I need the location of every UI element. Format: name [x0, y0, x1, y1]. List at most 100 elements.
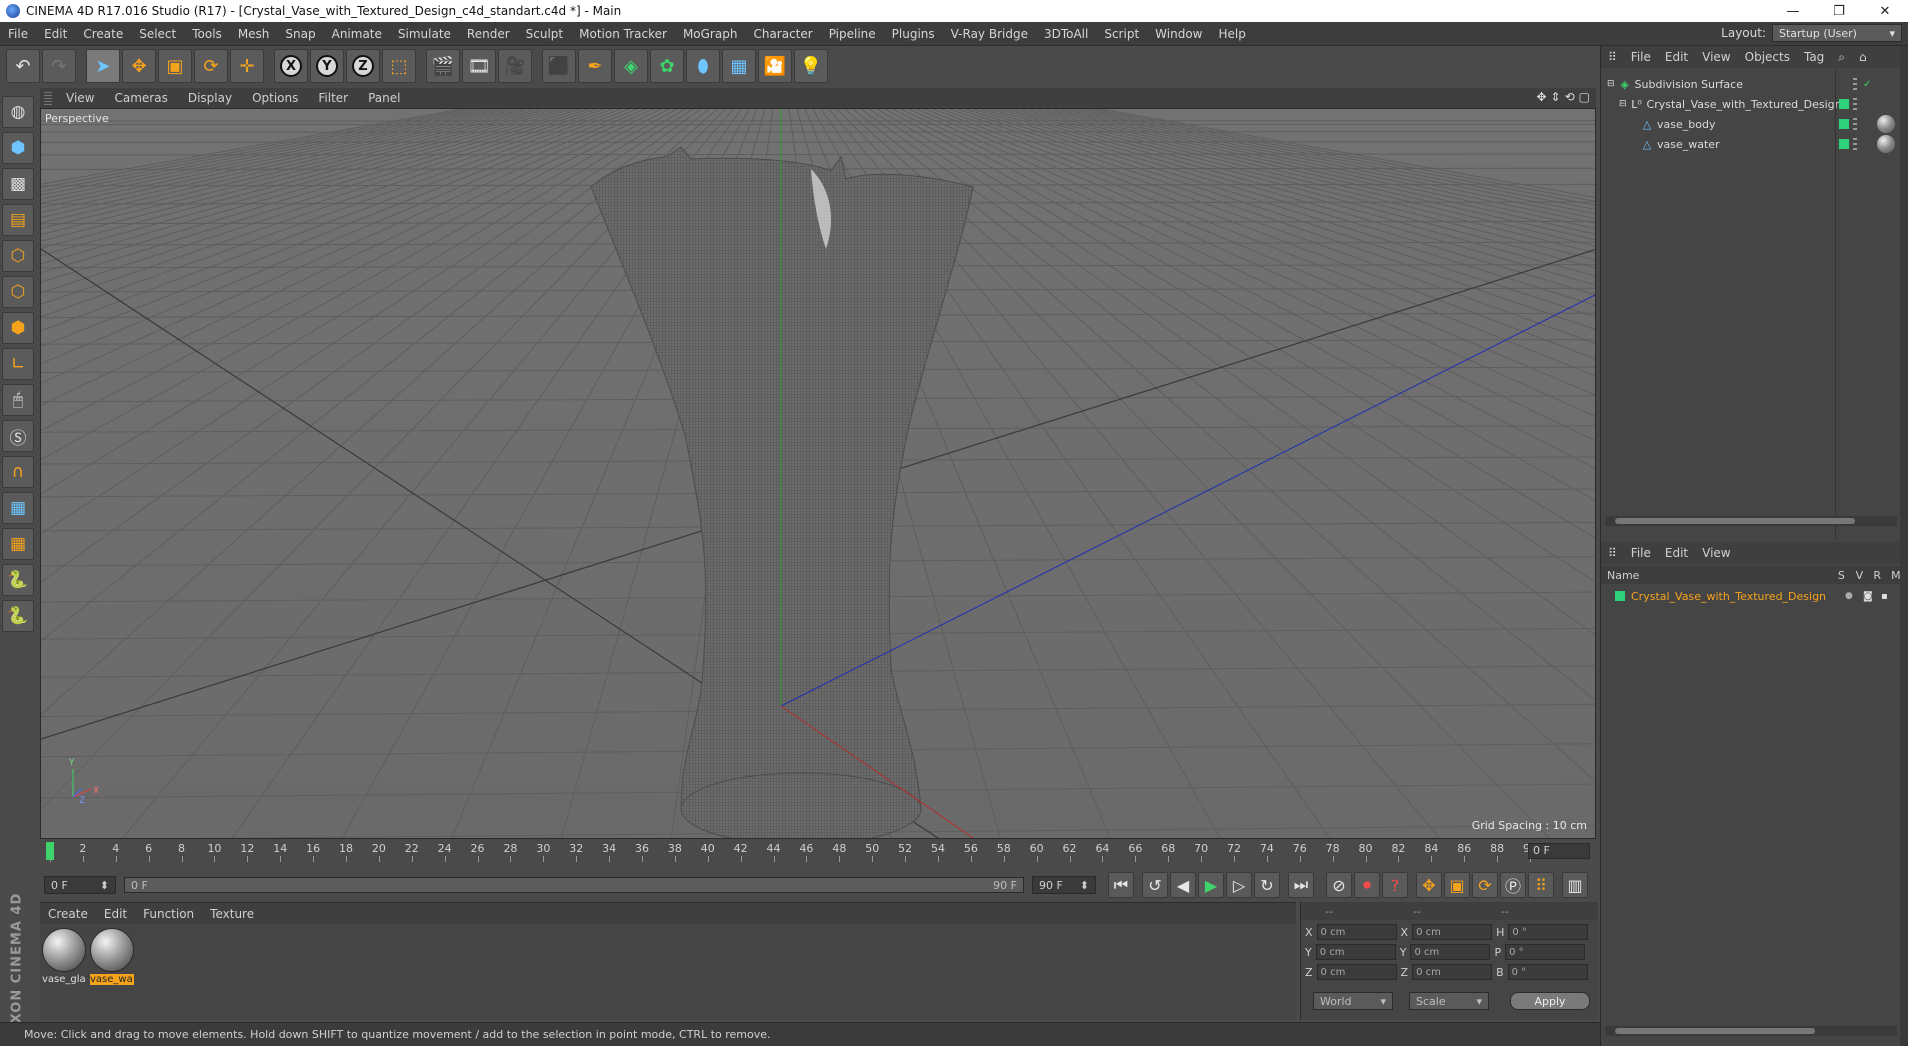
- x-axis-lock-button[interactable]: X: [274, 49, 308, 83]
- menu-motion-tracker[interactable]: Motion Tracker: [571, 27, 675, 41]
- viewport-menu-view[interactable]: View: [56, 91, 104, 105]
- record-button[interactable]: ⏺: [1354, 872, 1380, 898]
- side-tab-strip[interactable]: [1900, 46, 1908, 1046]
- solo-button[interactable]: ▦: [2, 528, 34, 560]
- collapse-toggle-icon[interactable]: ⊟: [1619, 99, 1627, 109]
- coordinate-system-button[interactable]: ⬚: [382, 49, 416, 83]
- camera-button[interactable]: 🎦: [758, 49, 792, 83]
- object-row[interactable]: ⊟ ◈ Subdivision Surface ✓: [1601, 74, 1901, 94]
- enabled-check-icon[interactable]: ✓: [1863, 79, 1871, 90]
- python-console-button[interactable]: 🐍: [2, 600, 34, 632]
- solo-dot-icon[interactable]: ●: [1845, 591, 1853, 601]
- menu-vray-bridge[interactable]: V-Ray Bridge: [943, 27, 1036, 41]
- minimize-button[interactable]: —: [1770, 0, 1816, 22]
- render-view-button[interactable]: 🎬: [426, 49, 460, 83]
- material-menu-create[interactable]: Create: [40, 907, 96, 921]
- points-mode-button[interactable]: ⬡: [2, 240, 34, 272]
- mograph-cloner-button[interactable]: ✿: [650, 49, 684, 83]
- menu-help[interactable]: Help: [1210, 27, 1253, 41]
- make-editable-button[interactable]: ◍: [2, 96, 34, 128]
- key-parameter-button[interactable]: Ⓟ: [1500, 872, 1526, 898]
- visibility-dots-icon[interactable]: [1853, 118, 1857, 130]
- timeline-ruler[interactable]: 0246810121416182022242628303234363840424…: [40, 840, 1596, 864]
- object-menu-file[interactable]: File: [1624, 50, 1658, 64]
- axis-mode-button[interactable]: ∟: [2, 348, 34, 380]
- undo-button[interactable]: ↶: [6, 49, 40, 83]
- material-swatch[interactable]: vase_gla: [42, 928, 86, 985]
- key-pla-button[interactable]: ⠿: [1528, 872, 1554, 898]
- object-manager-scrollbar[interactable]: [1605, 516, 1897, 526]
- visibility-dots-icon[interactable]: [1853, 98, 1857, 110]
- rotate-tool-button[interactable]: ⟳: [194, 49, 228, 83]
- edges-mode-button[interactable]: ⬡: [2, 276, 34, 308]
- model-mode-button[interactable]: ⬢: [2, 132, 34, 164]
- size-x-input[interactable]: 0 cm: [1412, 924, 1493, 940]
- search-icon[interactable]: ⌕: [1831, 50, 1852, 65]
- menu-mograph[interactable]: MoGraph: [675, 27, 746, 41]
- cube-object-button[interactable]: ⬛: [542, 49, 576, 83]
- size-y-input[interactable]: 0 cm: [1410, 944, 1491, 960]
- menu-select[interactable]: Select: [131, 27, 184, 41]
- visible-eye-icon[interactable]: ◙: [1863, 591, 1873, 602]
- maximize-view-icon[interactable]: ▢: [1579, 90, 1590, 104]
- object-menu-objects[interactable]: Objects: [1738, 50, 1797, 64]
- menu-render[interactable]: Render: [459, 27, 518, 41]
- viewport-menu-display[interactable]: Display: [178, 91, 242, 105]
- object-row[interactable]: △ vase_body: [1601, 114, 1901, 134]
- pos-x-input[interactable]: 0 cm: [1316, 924, 1397, 940]
- object-row[interactable]: ⊟ L⁰ Crystal_Vase_with_Textured_Design: [1601, 94, 1901, 114]
- viewport-menu-filter[interactable]: Filter: [308, 91, 358, 105]
- layer-menu-edit[interactable]: Edit: [1658, 546, 1695, 560]
- texture-mode-button[interactable]: ▩: [2, 168, 34, 200]
- render-picture-viewer-button[interactable]: 🎞: [462, 49, 496, 83]
- size-z-input[interactable]: 0 cm: [1412, 964, 1493, 980]
- tweak-mode-button[interactable]: 🖱: [2, 384, 34, 416]
- deformer-button[interactable]: ⬮: [686, 49, 720, 83]
- apply-button[interactable]: Apply: [1510, 992, 1590, 1010]
- object-menu-view[interactable]: View: [1695, 50, 1737, 64]
- menu-character[interactable]: Character: [745, 27, 820, 41]
- material-tag-icon[interactable]: [1877, 115, 1895, 133]
- object-row[interactable]: △ vase_water: [1601, 134, 1901, 154]
- timeline-window-button[interactable]: ▥: [1562, 872, 1588, 898]
- menu-plugins[interactable]: Plugins: [884, 27, 943, 41]
- select-tool-button[interactable]: ➤: [86, 49, 120, 83]
- playhead[interactable]: [46, 842, 54, 860]
- previous-key-button[interactable]: ↺: [1142, 872, 1168, 898]
- layer-menu-file[interactable]: File: [1624, 546, 1658, 560]
- scrollbar-thumb[interactable]: [1615, 518, 1855, 524]
- menu-script[interactable]: Script: [1096, 27, 1147, 41]
- orbit-icon[interactable]: ⟲: [1565, 90, 1575, 104]
- close-button[interactable]: ✕: [1862, 0, 1908, 22]
- auto-key-button[interactable]: ?: [1382, 872, 1408, 898]
- collapse-toggle-icon[interactable]: ⊟: [1607, 79, 1615, 89]
- material-tag-icon[interactable]: [1877, 135, 1895, 153]
- snap-button[interactable]: Ⓢ: [2, 420, 34, 452]
- next-frame-button[interactable]: ▷: [1226, 872, 1252, 898]
- coordinate-space-dropdown[interactable]: World ▾: [1313, 992, 1393, 1010]
- end-frame-field[interactable]: 90 F ⬍: [1032, 876, 1096, 894]
- layer-menu-view[interactable]: View: [1695, 546, 1737, 560]
- go-to-start-button[interactable]: ⏮: [1108, 872, 1134, 898]
- dolly-icon[interactable]: ⇕: [1551, 90, 1561, 104]
- menu-simulate[interactable]: Simulate: [390, 27, 459, 41]
- redo-button[interactable]: ↷: [42, 49, 76, 83]
- panel-grip[interactable]: [44, 91, 52, 105]
- object-menu-edit[interactable]: Edit: [1658, 50, 1695, 64]
- magnet-button[interactable]: ∩: [2, 456, 34, 488]
- keyframe-selection-button[interactable]: ⊘: [1326, 872, 1352, 898]
- layer-color-swatch[interactable]: [1615, 591, 1625, 601]
- material-swatch-selected[interactable]: vase_wa: [90, 928, 134, 985]
- grip-icon[interactable]: ⠿: [1601, 546, 1624, 560]
- workplane-button[interactable]: ▤: [2, 204, 34, 236]
- scale-tool-button[interactable]: ▣: [158, 49, 192, 83]
- viewport-menu-cameras[interactable]: Cameras: [104, 91, 177, 105]
- live-select-button[interactable]: ✛: [230, 49, 264, 83]
- python-script-button[interactable]: 🐍: [2, 564, 34, 596]
- menu-pipeline[interactable]: Pipeline: [821, 27, 884, 41]
- material-menu-edit[interactable]: Edit: [96, 907, 135, 921]
- menu-create[interactable]: Create: [75, 27, 131, 41]
- y-axis-lock-button[interactable]: Y: [310, 49, 344, 83]
- menu-edit[interactable]: Edit: [36, 27, 75, 41]
- menu-3dtoall[interactable]: 3DToAll: [1036, 27, 1096, 41]
